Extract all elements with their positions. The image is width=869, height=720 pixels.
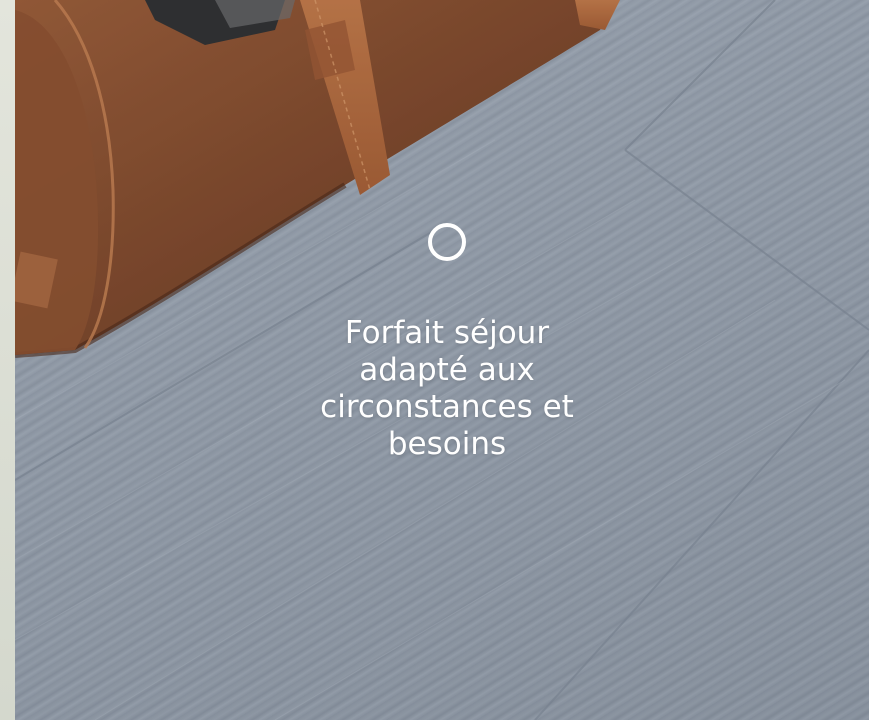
circle-outline-icon bbox=[428, 223, 466, 261]
hero-image: Forfait séjour adapté aux circonstances … bbox=[15, 0, 869, 720]
left-edge-strip bbox=[0, 0, 15, 720]
feature-text: Forfait séjour adapté aux circonstances … bbox=[320, 315, 574, 462]
feature-block: Forfait séjour adapté aux circonstances … bbox=[302, 222, 592, 463]
